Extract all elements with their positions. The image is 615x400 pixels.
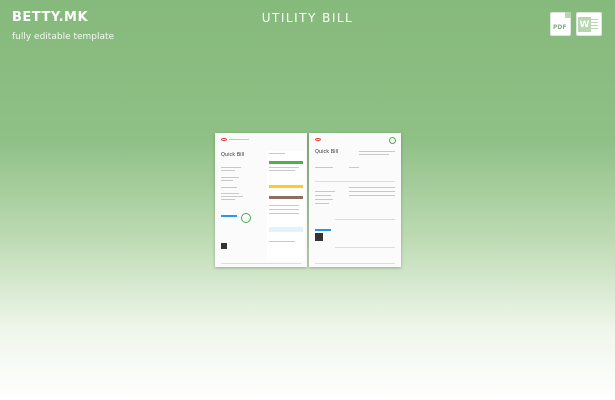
line (221, 196, 243, 197)
amount-accent (221, 215, 237, 217)
line (221, 180, 233, 181)
line (221, 177, 239, 178)
pdf-download-icon[interactable]: PDF (550, 12, 571, 36)
bill-heading: Quick Bill (315, 149, 339, 155)
download-icons: PDF W (550, 12, 602, 36)
line (349, 167, 359, 168)
line (269, 153, 285, 154)
line (221, 187, 237, 188)
line (315, 167, 333, 168)
line (269, 170, 295, 171)
line (269, 167, 299, 168)
line (349, 191, 395, 192)
line (269, 241, 295, 242)
line (221, 167, 241, 168)
line (349, 187, 395, 188)
blue-accent (315, 229, 331, 231)
logo-text-bar (229, 139, 249, 140)
qr-code-icon (221, 243, 227, 249)
footer-line (315, 263, 395, 264)
word-icon-lines (590, 19, 598, 31)
line (315, 195, 331, 196)
line (359, 154, 389, 155)
line (335, 219, 395, 220)
bill-preview-page-2[interactable]: Quick Bill (309, 133, 401, 267)
yellow-band (269, 185, 303, 188)
brown-band (269, 196, 303, 199)
bill-preview-page-1[interactable]: Quick Bill (215, 133, 307, 267)
bill-logo-icon (221, 138, 227, 141)
line (315, 191, 335, 192)
line (269, 213, 299, 214)
bill-heading: Quick Bill (221, 152, 245, 158)
line (335, 247, 395, 248)
line (349, 195, 395, 196)
footer-line (221, 263, 301, 264)
line (359, 151, 395, 152)
pdf-icon-label: PDF (553, 24, 567, 31)
line (269, 205, 299, 206)
line (269, 209, 299, 210)
brand-tagline: fully editable template (12, 32, 115, 42)
badge-icon (241, 213, 251, 223)
word-download-icon[interactable]: W (576, 12, 602, 36)
line (221, 193, 239, 194)
line (221, 170, 235, 171)
badge-icon (389, 137, 396, 144)
bill-logo-icon (315, 138, 321, 141)
green-band (269, 161, 303, 164)
line (315, 203, 329, 204)
line (221, 199, 235, 200)
line (315, 181, 395, 182)
qr-code-icon (315, 233, 323, 241)
blue-box (269, 227, 303, 232)
line (315, 199, 333, 200)
bill-sidebar (267, 151, 305, 261)
page-title: UTILITY BILL (261, 11, 354, 25)
